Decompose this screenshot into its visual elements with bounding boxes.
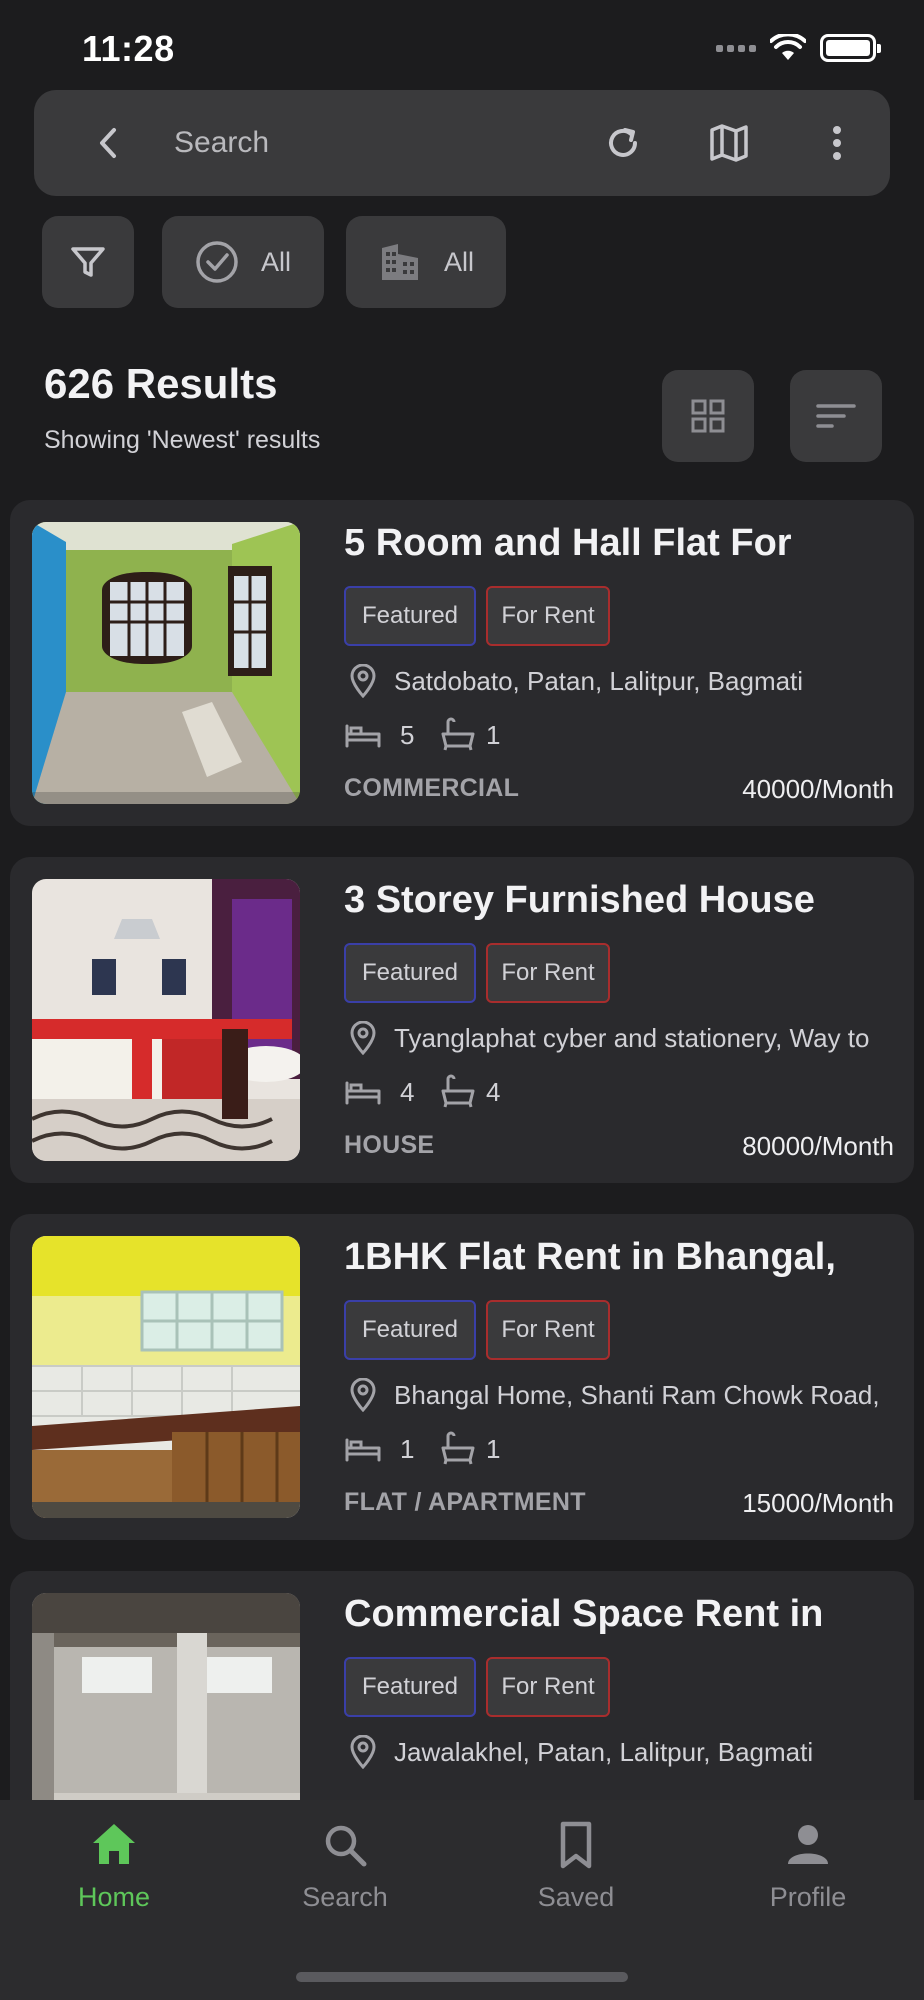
battery-icon xyxy=(820,34,881,62)
location-pin-icon xyxy=(350,1735,376,1769)
listing-card[interactable]: 1BHK Flat Rent in Bhangal, Featured For … xyxy=(10,1214,914,1540)
status-filter-chip[interactable]: All xyxy=(162,216,324,308)
status-filter-label: All xyxy=(260,246,291,277)
listing-photo xyxy=(32,1236,300,1518)
nav-label-home: Home xyxy=(77,1882,151,1912)
search-input[interactable]: Search xyxy=(174,126,269,160)
bedroom-count: 5 xyxy=(400,720,415,750)
type-filter-label: All xyxy=(443,246,474,277)
listing-card[interactable]: 3 Storey Furnished House Featured For Re… xyxy=(10,857,914,1183)
sort-icon xyxy=(816,404,856,428)
filter-button[interactable] xyxy=(42,216,134,308)
grid-icon xyxy=(691,399,725,433)
bathtub-icon xyxy=(441,1431,475,1465)
for-rent-badge: For Rent xyxy=(486,1300,610,1360)
status-bar: 11:28 xyxy=(0,0,924,90)
building-icon xyxy=(381,244,418,280)
bed-icon xyxy=(345,724,381,748)
wifi-icon xyxy=(770,34,806,60)
location-pin-icon xyxy=(350,1378,376,1412)
nav-label-saved: Saved xyxy=(537,1882,615,1912)
listing-price: 80000/Month xyxy=(742,1131,894,1161)
grid-view-button[interactable] xyxy=(662,370,754,462)
nav-label-profile: Profile xyxy=(769,1882,847,1912)
listing-card[interactable]: 5 Room and Hall Flat For Featured For Re… xyxy=(10,500,914,826)
refresh-icon[interactable] xyxy=(600,120,646,166)
listing-price: 15000/Month xyxy=(742,1488,894,1518)
bedroom-count: 4 xyxy=(400,1077,415,1107)
listing-card[interactable]: Commercial Space Rent in Featured For Re… xyxy=(10,1571,914,1831)
property-type: COMMERCIAL xyxy=(344,774,520,802)
home-indicator[interactable] xyxy=(296,1972,628,1982)
for-rent-badge: For Rent xyxy=(486,943,610,1003)
bed-icon xyxy=(345,1438,381,1462)
filter-icon xyxy=(71,247,105,277)
sort-button[interactable] xyxy=(790,370,882,462)
person-icon xyxy=(788,1825,828,1864)
listing-location: Bhangal Home, Shanti Ram Chowk Road, xyxy=(394,1380,880,1410)
bookmark-icon xyxy=(560,1821,592,1869)
map-icon[interactable] xyxy=(706,120,752,166)
for-rent-badge: For Rent xyxy=(486,1657,610,1717)
bathroom-count: 1 xyxy=(486,720,501,750)
listing-price: 40000/Month xyxy=(742,774,894,804)
listing-title: 3 Storey Furnished House xyxy=(344,879,815,921)
featured-badge: Featured xyxy=(344,943,476,1003)
listing-location: Jawalakhel, Patan, Lalitpur, Bagmati xyxy=(394,1737,814,1767)
home-icon xyxy=(93,1824,135,1864)
search-icon xyxy=(325,1825,367,1867)
listing-location: Satdobato, Patan, Lalitpur, Bagmati xyxy=(394,666,804,696)
check-circle-icon xyxy=(196,241,238,283)
nav-label-search: Search xyxy=(302,1882,388,1912)
cellular-signal-icon xyxy=(716,44,756,52)
bed-icon xyxy=(345,1081,381,1105)
listing-photo xyxy=(32,879,300,1161)
search-bar: Search xyxy=(34,90,890,196)
listing-location: Tyanglaphat cyber and stationery, Way to xyxy=(394,1023,870,1053)
listing-title: 5 Room and Hall Flat For xyxy=(344,522,792,564)
nav-item-saved[interactable]: Saved xyxy=(476,1818,676,1913)
nav-item-search[interactable]: Search xyxy=(245,1818,445,1913)
bottom-navigation: Home Search Saved Profile xyxy=(0,1800,924,2000)
results-sort-subtitle: Showing 'Newest' results xyxy=(44,426,321,454)
listing-photo xyxy=(32,522,300,804)
bathroom-count: 4 xyxy=(486,1077,501,1107)
featured-badge: Featured xyxy=(344,586,476,646)
bathtub-icon xyxy=(441,717,475,751)
listing-title: 1BHK Flat Rent in Bhangal, xyxy=(344,1236,836,1278)
nav-item-profile[interactable]: Profile xyxy=(708,1818,908,1913)
property-type: FLAT / APARTMENT xyxy=(344,1488,586,1516)
status-icons xyxy=(716,34,881,62)
property-type: HOUSE xyxy=(344,1131,435,1159)
type-filter-chip[interactable]: All xyxy=(346,216,506,308)
location-pin-icon xyxy=(350,664,376,698)
listing-title: Commercial Space Rent in xyxy=(344,1593,824,1635)
location-pin-icon xyxy=(350,1021,376,1055)
nav-item-home[interactable]: Home xyxy=(14,1818,214,1913)
featured-badge: Featured xyxy=(344,1657,476,1717)
bathtub-icon xyxy=(441,1074,475,1108)
for-rent-badge: For Rent xyxy=(486,586,610,646)
results-count: 626 Results xyxy=(44,360,278,407)
featured-badge: Featured xyxy=(344,1300,476,1360)
back-arrow-icon[interactable] xyxy=(86,120,132,166)
status-time: 11:28 xyxy=(82,28,175,69)
listing-photo xyxy=(32,1593,300,1831)
bedroom-count: 1 xyxy=(400,1434,415,1464)
bathroom-count: 1 xyxy=(486,1434,501,1464)
more-vertical-icon[interactable] xyxy=(814,120,860,166)
